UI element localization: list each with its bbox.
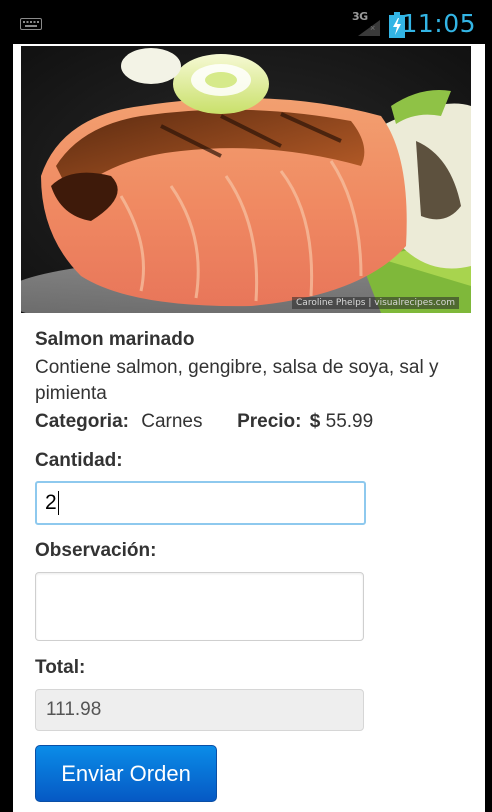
submit-order-button[interactable]: Enviar Orden [35, 745, 217, 802]
observation-textarea[interactable] [35, 572, 364, 641]
clock: 11:05 [401, 9, 476, 38]
total-field: 111.98 [35, 689, 364, 731]
price-currency: $ [309, 411, 321, 432]
quantity-label: Cantidad: [35, 450, 123, 471]
keyboard-icon [20, 18, 42, 30]
dish-photo: Caroline Phelps | visualrecipes.com [21, 46, 471, 313]
app-screen: Caroline Phelps | visualrecipes.com Salm… [13, 44, 485, 812]
quantity-input[interactable]: 2 [35, 481, 366, 525]
quantity-value: 2 [45, 491, 57, 514]
text-cursor [57, 491, 59, 516]
category-label: Categoria: [35, 411, 129, 432]
total-label: Total: [35, 657, 86, 678]
photo-credit: Caroline Phelps | visualrecipes.com [292, 297, 459, 309]
dish-name: Salmon marinado [35, 329, 195, 350]
observation-label: Observación: [35, 540, 157, 561]
price-value: 55.99 [325, 411, 374, 432]
dish-description: Contiene salmon, gengibre, salsa de soya… [35, 357, 439, 404]
category-value: Carnes [141, 411, 203, 432]
price-label: Precio: [237, 411, 302, 432]
mobile-signal-icon: 3G × [352, 10, 380, 36]
no-data-badge: × [370, 23, 376, 33]
dish-meta: Categoria: Carnes Precio: $ 55.99 [35, 409, 455, 435]
dish-details: Salmon marinado Contiene salmon, gengibr… [35, 328, 455, 435]
status-bar: 3G × 11:05 [0, 0, 492, 44]
